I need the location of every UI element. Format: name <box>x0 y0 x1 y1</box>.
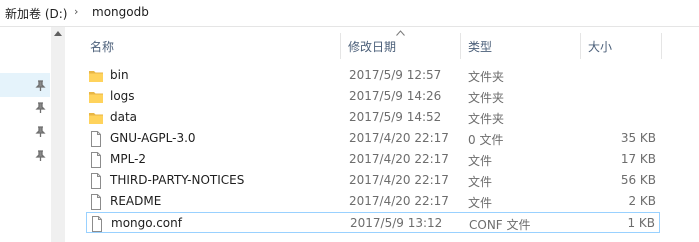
address-bar[interactable]: 新加卷 (D:) › mongodb <box>0 0 699 27</box>
folder-icon <box>88 89 104 105</box>
pin-icon[interactable] <box>35 150 46 161</box>
column-header-type[interactable]: 类型 <box>468 38 492 55</box>
nav-scrollbar[interactable] <box>51 27 65 242</box>
breadcrumb-chevron-icon[interactable]: › <box>74 5 78 18</box>
file-icon <box>88 173 104 189</box>
column-header-row: 名称 修改日期 类型 大小 <box>66 27 699 64</box>
pin-icon[interactable] <box>35 80 46 91</box>
file-size: 17 KB <box>620 152 656 166</box>
file-date: 2017/5/9 14:52 <box>349 110 442 124</box>
file-row[interactable]: THIRD-PARTY-NOTICES 2017/4/20 22:17 文件 56 K… <box>86 170 660 191</box>
file-icon <box>88 152 104 168</box>
file-type: 文件 <box>468 154 493 168</box>
file-icon <box>88 194 104 210</box>
column-divider[interactable] <box>340 33 341 59</box>
file-row[interactable]: mongo.conf 2017/5/9 13:12 CONF 文件 1 KB <box>86 212 660 233</box>
column-header-name[interactable]: 名称 <box>90 38 114 55</box>
file-type: 文件 <box>468 175 493 189</box>
file-date: 2017/4/20 22:17 <box>349 152 449 166</box>
file-name: THIRD-PARTY-NOTICES <box>110 173 245 187</box>
column-header-size[interactable]: 大小 <box>588 38 612 55</box>
navigation-pane <box>0 27 50 242</box>
column-divider[interactable] <box>661 33 662 59</box>
file-type: 0 文件 <box>468 133 504 147</box>
file-size: 2 KB <box>628 194 656 208</box>
file-date: 2017/4/20 22:17 <box>349 194 449 208</box>
file-name: MPL-2 <box>110 152 147 166</box>
file-row[interactable]: data 2017/5/9 14:52 文件夹 <box>86 107 660 128</box>
file-name: bin <box>110 68 129 82</box>
file-type: 文件 <box>468 196 493 210</box>
breadcrumb-folder[interactable]: mongodb <box>92 5 149 19</box>
file-name: logs <box>110 89 135 103</box>
file-date: 2017/5/9 13:12 <box>350 216 443 230</box>
file-name: data <box>110 110 138 124</box>
file-name: mongo.conf <box>111 216 182 230</box>
file-row[interactable]: MPL-2 2017/4/20 22:17 文件 17 KB <box>86 149 660 170</box>
file-date: 2017/5/9 14:26 <box>349 89 442 103</box>
scroll-up-arrow-icon[interactable] <box>54 31 62 36</box>
file-date: 2017/5/9 12:57 <box>349 68 442 82</box>
file-row[interactable]: GNU-AGPL-3.0 2017/4/20 22:17 0 文件 35 KB <box>86 128 660 149</box>
column-divider[interactable] <box>580 33 581 59</box>
file-row[interactable]: README 2017/4/20 22:17 文件 2 KB <box>86 191 660 212</box>
file-size: 56 KB <box>620 173 656 187</box>
file-type: 文件夹 <box>468 70 505 84</box>
folder-icon <box>88 110 104 126</box>
file-row[interactable]: bin 2017/5/9 12:57 文件夹 <box>86 65 660 86</box>
breadcrumb-drive[interactable]: 新加卷 (D:) <box>5 5 67 22</box>
file-type: 文件夹 <box>468 91 505 105</box>
sort-ascending-icon <box>396 30 405 36</box>
column-divider[interactable] <box>460 33 461 59</box>
file-date: 2017/4/20 22:17 <box>349 131 449 145</box>
folder-icon <box>88 68 104 84</box>
pin-icon[interactable] <box>35 126 46 137</box>
file-type: CONF 文件 <box>469 218 531 232</box>
pin-icon[interactable] <box>35 102 46 113</box>
file-size: 1 KB <box>627 216 655 230</box>
file-date: 2017/4/20 22:17 <box>349 173 449 187</box>
file-icon <box>89 216 105 232</box>
file-size: 35 KB <box>620 131 656 145</box>
column-header-date[interactable]: 修改日期 <box>348 38 396 55</box>
file-row[interactable]: logs 2017/5/9 14:26 文件夹 <box>86 86 660 107</box>
file-name: GNU-AGPL-3.0 <box>110 131 196 145</box>
file-type: 文件夹 <box>468 112 505 126</box>
file-icon <box>88 131 104 147</box>
file-name: README <box>110 194 162 208</box>
